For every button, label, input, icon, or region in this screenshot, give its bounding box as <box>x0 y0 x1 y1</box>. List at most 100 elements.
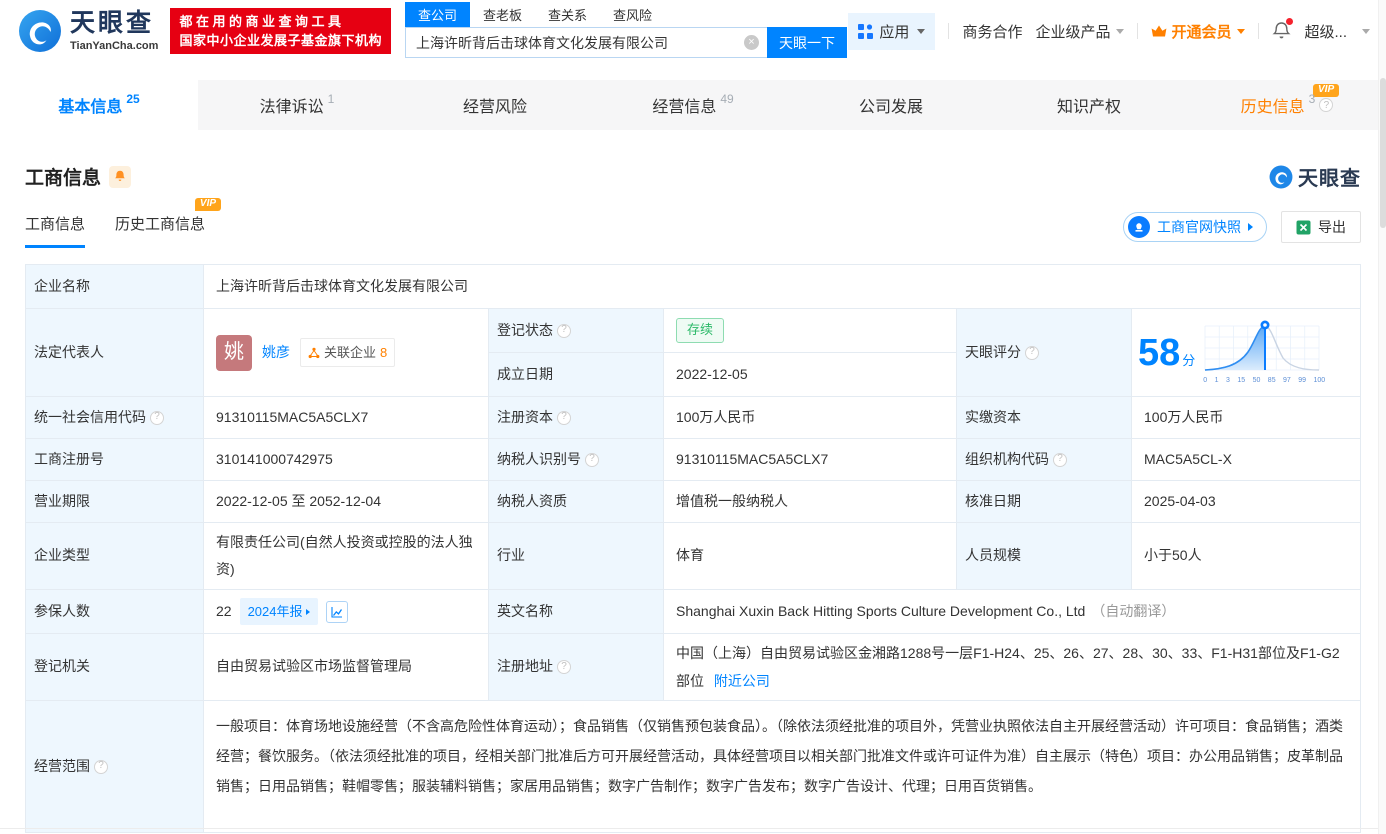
help-icon[interactable]: ? <box>557 410 571 425</box>
english-name-label: 英文名称 <box>489 590 664 633</box>
establish-date-value: 2022-12-05 <box>664 353 957 396</box>
scrollbar-thumb[interactable] <box>1380 78 1386 228</box>
clear-search-icon[interactable]: × <box>743 35 759 50</box>
nav-super-vip[interactable]: 超级... <box>1304 21 1347 42</box>
tab-company-development[interactable]: 公司发展 <box>792 80 990 130</box>
trend-chart-icon[interactable] <box>325 600 348 623</box>
tab-label: 历史信息 <box>1240 99 1305 116</box>
auto-translate-note: （自动翻译） <box>1091 602 1176 619</box>
help-icon[interactable]: ? <box>557 323 571 338</box>
subtab-history-registration[interactable]: VIP 历史工商信息 <box>115 197 222 248</box>
score-number: 58 <box>1138 331 1181 374</box>
nav-open-vip[interactable]: 开通会员 <box>1151 21 1246 42</box>
table-row: 企业名称 上海许昕背后击球体育文化发展有限公司 <box>26 265 1360 309</box>
org-code-label: 组织机构代码 ? <box>957 439 1132 480</box>
company-tabbar: 基本信息 25 法律诉讼 1 经营风险 经营信息 49 公司发展 知识产权 VI… <box>0 80 1386 130</box>
paid-capital-value: 100万人民币 <box>1144 408 1224 425</box>
top-header: 天眼查 TianYanCha.com 都在用的商业查询工具 国家中小企业发展子基… <box>0 0 1386 62</box>
nav-vip-label: 开通会员 <box>1171 23 1232 41</box>
nav-super-label: 超级... <box>1304 23 1347 41</box>
tab-business-info[interactable]: 经营信息 49 <box>594 80 792 130</box>
scrollbar[interactable] <box>1378 0 1386 834</box>
help-icon[interactable]: ? <box>1319 98 1334 112</box>
staff-size-label: 人员规模 <box>957 523 1132 589</box>
chevron-down-icon <box>917 28 926 34</box>
table-row: 统一社会信用代码 ? 91310115MAC5A5CLX7 注册资本 ? 100… <box>26 397 1360 439</box>
subscribe-bell-icon[interactable] <box>109 165 132 188</box>
nav-enterprise-products[interactable]: 企业级产品 <box>1035 21 1125 42</box>
approval-date-label: 核准日期 <box>957 481 1132 522</box>
tab-intellectual-property[interactable]: 知识产权 <box>990 80 1188 130</box>
establish-date-label: 成立日期 <box>489 353 664 396</box>
nav-business-cooperation[interactable]: 商务合作 <box>962 21 1022 42</box>
company-name-label: 企业名称 <box>26 265 204 308</box>
help-icon[interactable]: ? <box>1053 452 1067 467</box>
staff-size-value: 小于50人 <box>1144 547 1202 564</box>
promo-banner-line2: 国家中小企业发展子基金旗下机构 <box>179 33 382 48</box>
reg-number-label: 工商注册号 <box>26 439 204 480</box>
help-icon[interactable]: ? <box>557 660 571 674</box>
promo-banner: 都在用的商业查询工具 国家中小企业发展子基金旗下机构 <box>170 8 391 54</box>
search-input[interactable] <box>404 27 767 58</box>
tianyancha-logo-icon <box>19 10 61 52</box>
nearby-companies-link[interactable]: 附近公司 <box>714 673 770 689</box>
tab-count: 49 <box>720 92 734 106</box>
notification-bell-icon[interactable] <box>1272 18 1294 41</box>
page-bottom-divider <box>0 828 1386 829</box>
tab-count: 25 <box>126 92 140 106</box>
related-companies-badge[interactable]: 关联企业 8 <box>300 337 396 368</box>
logo-domain: TianYanCha.com <box>70 39 159 52</box>
tab-label: 法律诉讼 <box>259 99 324 116</box>
tab-count: 1 <box>327 92 335 106</box>
search-button[interactable]: 天眼一下 <box>766 27 847 58</box>
tab-history-info[interactable]: VIP 历史信息 3 ? <box>1188 80 1386 130</box>
nav-apps[interactable]: 应用 <box>848 12 936 50</box>
chevron-down-icon[interactable] <box>1362 28 1370 34</box>
export-button-label: 导出 <box>1318 219 1346 235</box>
reg-status-label: 登记状态 ? <box>489 309 664 352</box>
search-tab-relation[interactable]: 查关系 <box>535 2 600 27</box>
nav-enterprise-label: 企业级产品 <box>1035 23 1111 41</box>
help-icon[interactable]: ? <box>585 452 599 467</box>
reg-authority-value: 自由贸易试验区市场监督管理局 <box>204 634 489 700</box>
tab-operating-risk[interactable]: 经营风险 <box>396 80 594 130</box>
search-tab-boss[interactable]: 查老板 <box>470 2 535 27</box>
label-text: 天眼评分 <box>965 343 1021 360</box>
english-name-value: Shanghai Xuxin Back Hitting Sports Cultu… <box>664 590 1360 633</box>
apps-grid-icon <box>858 23 874 39</box>
subtab-business-registration[interactable]: 工商信息 <box>25 213 86 248</box>
industry-value: 体育 <box>664 523 957 589</box>
reg-address-value: 中国（上海）自由贸易试验区金湘路1288号一层F1-H24、25、26、27、2… <box>664 634 1360 700</box>
divider <box>1258 23 1260 39</box>
related-companies-count: 8 <box>380 344 388 360</box>
export-button[interactable]: 导出 <box>1281 211 1361 243</box>
reg-address-text: 中国（上海）自由贸易试验区金湘路1288号一层F1-H24、25、26、27、2… <box>676 645 1340 689</box>
reg-number-value: 310141000742975 <box>204 439 489 480</box>
help-icon[interactable]: ? <box>150 410 164 425</box>
nav-apps-label: 应用 <box>879 23 910 41</box>
search-tab-company[interactable]: 查公司 <box>404 2 470 27</box>
vip-badge: VIP <box>1313 84 1340 97</box>
vip-badge: VIP <box>194 197 222 211</box>
help-icon[interactable]: ? <box>94 759 108 774</box>
tianyancha-logo[interactable]: 天眼查 TianYanCha.com <box>18 9 158 53</box>
legal-rep-avatar[interactable]: 姚 <box>216 334 252 371</box>
business-info-table: 企业名称 上海许昕背后击球体育文化发展有限公司 法定代表人 姚 姚彦 关联企业 … <box>25 264 1361 833</box>
snapshot-button-label: 工商官网快照 <box>1157 219 1241 235</box>
tab-legal-proceedings[interactable]: 法律诉讼 1 <box>198 80 396 130</box>
table-row: 经营范围 ? 一般项目：体育场地设施经营（不含高危险性体育运动）；食品销售（仅销… <box>26 701 1360 832</box>
tab-label: 基本信息 <box>58 99 123 116</box>
help-icon[interactable]: ? <box>1025 345 1039 360</box>
business-scope-value: 一般项目：体育场地设施经营（不含高危险性体育运动）；食品销售（仅销售预包装食品）… <box>216 718 1343 794</box>
legal-rep-name-link[interactable]: 姚彦 <box>262 341 290 364</box>
english-name-text: Shanghai Xuxin Back Hitting Sports Cultu… <box>676 602 1086 619</box>
label-text: 统一社会信用代码 <box>34 408 146 425</box>
official-snapshot-button[interactable]: 工商官网快照 <box>1123 212 1267 242</box>
score-distribution-chart: 0 1 3 15 50 85 97 99 100 <box>1203 318 1325 387</box>
approval-date-value: 2025-04-03 <box>1144 492 1216 509</box>
tab-basic-info[interactable]: 基本信息 25 <box>0 80 198 130</box>
label-text: 经营范围 <box>34 757 90 774</box>
annual-report-badge[interactable]: 2024年报 <box>239 597 318 626</box>
tab-label: 经营风险 <box>462 99 527 116</box>
search-tab-risk[interactable]: 查风险 <box>600 2 665 27</box>
